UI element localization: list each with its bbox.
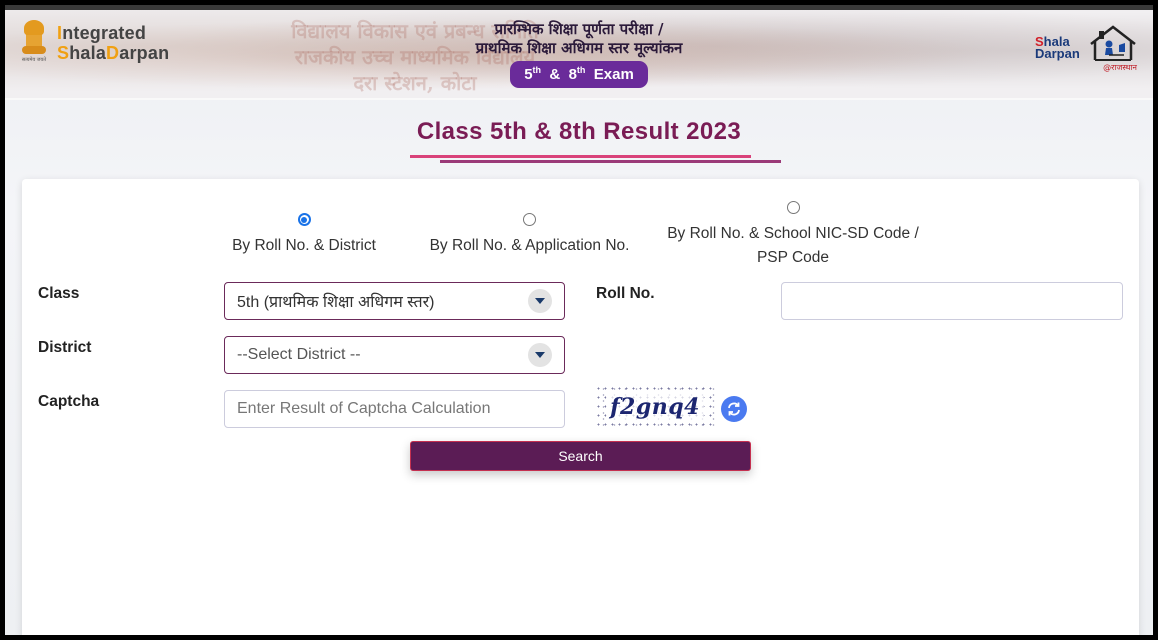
captcha-label: Captcha <box>38 393 100 410</box>
radio-option-roll-district[interactable]: By Roll No. & District <box>219 210 389 258</box>
refresh-icon <box>728 402 740 416</box>
title-underline-secondary <box>440 160 781 163</box>
hindi-title-line2: प्राथमिक शिक्षा अधिगम स्तर मूल्यांकन <box>475 39 683 57</box>
class-selected-value: 5th (प्राथमिक शिक्षा अधिगम स्तर) <box>237 294 435 311</box>
radio-button[interactable] <box>523 213 536 226</box>
radio-option-roll-application[interactable]: By Roll No. & Application No. <box>407 210 652 258</box>
radio-button[interactable] <box>786 201 800 214</box>
right-logo-text: Shala Darpan <box>1035 34 1080 61</box>
class-select[interactable]: 5th (प्राथमिक शिक्षा अधिगम स्तर) <box>224 282 565 320</box>
radio-label: By Roll No. & District <box>232 237 376 254</box>
refresh-captcha-button[interactable] <box>721 396 747 422</box>
exam-title-block: प्रारम्भिक शिक्षा पूर्णता परीक्षा / प्रा… <box>5 20 1153 88</box>
chevron-down-icon[interactable] <box>528 343 552 367</box>
district-selected-value: --Select District -- <box>237 346 361 363</box>
exam-badge: 5th & 8th Exam <box>510 61 648 88</box>
captcha-placeholder: Enter Result of Captcha Calculation <box>237 400 491 417</box>
captcha-image: f2gnq4 <box>595 384 715 429</box>
search-button[interactable]: Search <box>410 441 751 471</box>
radio-label: PSP Code <box>756 249 830 266</box>
right-logo-subtitle: @राजस्थान <box>1103 63 1137 72</box>
header-banner: विद्यालय विकास एवं प्रबन्ध समिति राजकीय … <box>5 10 1153 100</box>
captcha-text: f2gnq4 <box>606 393 704 420</box>
district-label: District <box>38 339 92 356</box>
page: विद्यालय विकास एवं प्रबन्ध समिति राजकीय … <box>5 5 1153 635</box>
radio-label: By Roll No. & Application No. <box>429 237 630 254</box>
house-icon <box>1090 25 1136 61</box>
roll-no-input[interactable] <box>781 282 1123 320</box>
roll-no-label: Roll No. <box>596 285 655 302</box>
captcha-input[interactable]: Enter Result of Captcha Calculation <box>224 390 565 428</box>
class-label: Class <box>38 285 80 302</box>
radio-button[interactable] <box>297 213 311 226</box>
title-underline <box>410 155 751 158</box>
radio-label: By Roll No. & School NIC-SD Code / <box>667 225 919 242</box>
district-select[interactable]: --Select District -- <box>224 336 565 374</box>
shaladarpan-rajasthan-logo[interactable]: Shala Darpan @राजस्थान <box>1035 22 1139 72</box>
radio-option-roll-school-code[interactable]: By Roll No. & School NIC-SD Code / PSP C… <box>652 198 934 270</box>
result-search-form: By Roll No. & District By Roll No. & App… <box>22 179 1139 635</box>
page-title: Class 5th & 8th Result 2023 <box>416 118 742 145</box>
chevron-down-icon[interactable] <box>528 289 552 313</box>
hindi-title-line1: प्रारम्भिक शिक्षा पूर्णता परीक्षा / <box>494 20 664 38</box>
